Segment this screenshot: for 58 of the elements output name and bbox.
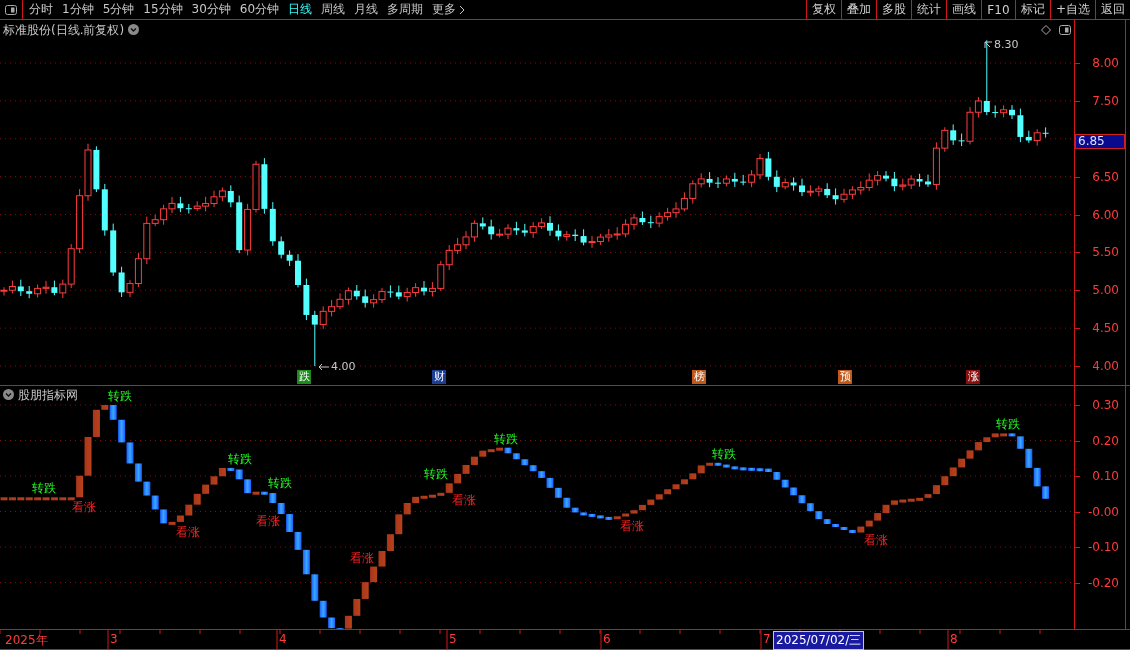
signal-label: 转跌 — [268, 476, 292, 490]
signal-label: 看涨 — [864, 533, 888, 547]
signal-label: 转跌 — [996, 418, 1020, 432]
date-axis-label: 3 — [110, 632, 118, 646]
signal-label: 看涨 — [256, 515, 280, 529]
chart-title: 标准股份(日线.前复权) — [3, 22, 125, 39]
price-axis-label: 7.50 — [1092, 93, 1119, 108]
price-axis-label: 5.00 — [1092, 283, 1119, 298]
signal-label: 转跌 — [424, 468, 448, 482]
low-price-label: 4.00 — [318, 360, 356, 373]
price-axis-label: 8.00 — [1092, 56, 1119, 70]
signal-label: 转跌 — [494, 432, 518, 446]
indicator-title: 股朋指标网 — [18, 387, 78, 404]
signal-label: 看涨 — [452, 493, 476, 507]
high-price-label: 8.30 — [984, 38, 1019, 51]
more-menu[interactable]: 更多 — [432, 1, 466, 18]
date-axis-label: 8 — [950, 632, 958, 646]
date-axis-label: 5 — [449, 632, 457, 646]
period-tab[interactable]: 月线 — [354, 1, 379, 18]
signal-label: 看涨 — [176, 525, 200, 539]
signal-label: 转跌 — [108, 390, 132, 403]
period-tab[interactable]: 分时 — [29, 1, 53, 18]
period-tab[interactable]: 15分钟 — [143, 1, 183, 18]
price-axis-label: 6.50 — [1092, 169, 1119, 184]
signal-label: 看涨 — [72, 501, 96, 515]
event-marker[interactable]: 涨 — [966, 370, 980, 384]
indicator-axis-label: 0.10 — [1092, 469, 1119, 483]
event-marker[interactable]: 榜 — [692, 370, 706, 384]
period-tab[interactable]: 60分钟 — [239, 1, 280, 18]
date-axis-label: 6 — [603, 632, 611, 646]
period-tab[interactable]: 多周期 — [387, 1, 424, 18]
indicator-axis-label: 0.20 — [1092, 433, 1119, 448]
period-tab[interactable]: 5分钟 — [102, 1, 135, 18]
event-marker[interactable]: 跌 — [297, 370, 311, 384]
signal-label: 转跌 — [712, 447, 736, 461]
date-axis-label: 2025年 — [5, 632, 48, 649]
indicator-axis-label: -0.10 — [1087, 540, 1119, 554]
signal-label: 转跌 — [228, 452, 252, 466]
event-marker[interactable]: 预 — [838, 370, 852, 384]
price-axis-label: 6.00 — [1092, 207, 1119, 222]
current-price-label: 6.85 — [1075, 134, 1125, 149]
signal-label: 看涨 — [350, 551, 374, 565]
period-tab[interactable]: 1分钟 — [62, 1, 94, 18]
signal-label: 看涨 — [620, 520, 644, 534]
signal-label: 转跌 — [32, 482, 56, 496]
date-axis-label: 7 — [763, 632, 771, 646]
indicator-axis-label: -0.20 — [1087, 575, 1119, 590]
indicator-axis-label: 0.30 — [1092, 398, 1119, 412]
price-axis-label: 4.00 — [1092, 359, 1119, 373]
price-axis-label: 4.50 — [1092, 321, 1119, 336]
date-axis-label: 4 — [279, 632, 287, 646]
event-marker[interactable]: 财 — [432, 370, 446, 384]
period-tab[interactable]: 周线 — [321, 1, 346, 18]
period-tab[interactable]: 日线 — [288, 1, 313, 18]
period-tab[interactable]: 30分钟 — [191, 1, 231, 18]
cursor-date-label: 2025/07/02/三 — [773, 631, 865, 650]
indicator-axis-label: -0.00 — [1087, 504, 1119, 519]
price-axis-label: 5.50 — [1092, 245, 1119, 260]
